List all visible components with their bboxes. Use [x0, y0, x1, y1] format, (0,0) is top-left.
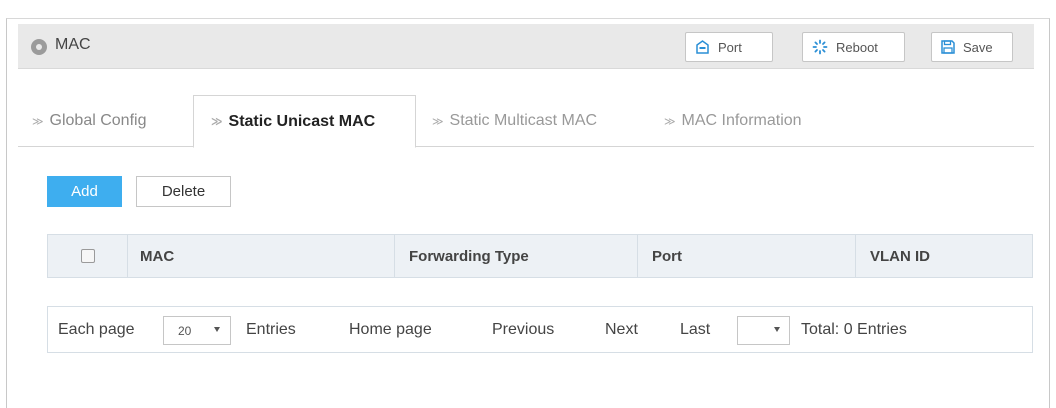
tab-bar: ≫ Global Config ≫ Static Unicast MAC ≫ S… [18, 95, 1034, 148]
chevron-right-icon: ≫ [211, 116, 223, 128]
floppy-disk-icon [941, 40, 955, 54]
next-page-link[interactable]: Next [605, 321, 638, 339]
column-header-forwarding-type[interactable]: Forwarding Type [395, 235, 638, 277]
spinner-icon [812, 39, 828, 55]
delete-button[interactable]: Delete [136, 176, 231, 207]
tab-global-config[interactable]: ≫ Global Config [18, 95, 193, 147]
page-jump-select[interactable] [737, 316, 790, 345]
circle-dot-icon [31, 39, 47, 55]
entries-label: Entries [246, 321, 296, 338]
dropdown-arrow-icon [774, 327, 780, 332]
previous-page-link[interactable]: Previous [492, 321, 554, 339]
tab-static-multicast-mac[interactable]: ≫ Static Multicast MAC [416, 95, 648, 147]
chevron-right-icon: ≫ [664, 115, 676, 128]
tab-label: MAC Information [681, 112, 802, 129]
column-header-port[interactable]: Port [638, 235, 856, 277]
tab-label: Global Config [49, 112, 147, 129]
last-page-link[interactable]: Last [680, 321, 710, 339]
tab-label: Static Unicast MAC [228, 112, 376, 130]
pagination-bar: Each page 20 Entries Home page Previous … [47, 306, 1033, 353]
chevron-right-icon: ≫ [432, 115, 444, 128]
tab-mac-information[interactable]: ≫ MAC Information [648, 95, 848, 147]
chevron-right-icon: ≫ [32, 115, 44, 128]
each-page-label: Each page [58, 321, 135, 338]
total-entries-label: Total: 0 Entries [801, 321, 907, 338]
page-title: MAC [55, 36, 91, 53]
save-button-label: Save [963, 39, 993, 55]
page-size-value: 20 [178, 323, 192, 338]
page-size-select[interactable]: 20 [163, 316, 231, 345]
tab-label: Static Multicast MAC [449, 112, 598, 129]
table-header: MAC Forwarding Type Port VLAN ID [47, 234, 1033, 278]
dropdown-arrow-icon [214, 327, 220, 332]
reboot-button-label: Reboot [836, 39, 878, 55]
column-header-mac[interactable]: MAC [128, 235, 395, 277]
port-icon [696, 40, 709, 54]
add-button[interactable]: Add [47, 176, 122, 207]
select-all-cell [48, 235, 128, 277]
page-header: MAC Port Reboot Save [18, 24, 1034, 69]
reboot-button[interactable]: Reboot [802, 32, 905, 62]
port-button[interactable]: Port [685, 32, 773, 62]
tab-static-unicast-mac[interactable]: ≫ Static Unicast MAC [193, 95, 416, 148]
column-header-vlan-id[interactable]: VLAN ID [856, 235, 1032, 277]
save-button[interactable]: Save [931, 32, 1013, 62]
select-all-checkbox[interactable] [80, 249, 95, 263]
home-page-link[interactable]: Home page [349, 321, 432, 339]
port-button-label: Port [718, 39, 742, 55]
